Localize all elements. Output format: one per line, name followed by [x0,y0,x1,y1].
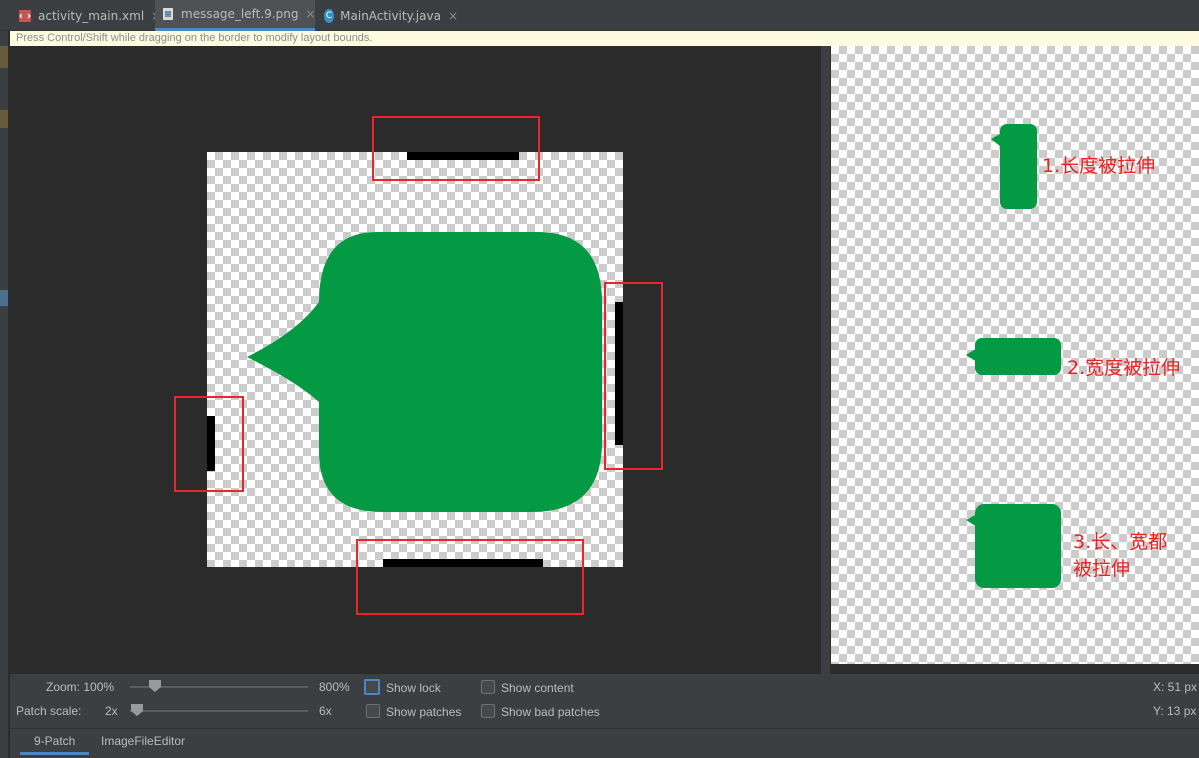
preview-label-horizontal: 2.宽度被拉伸 [1067,357,1181,379]
left-tool-strip [0,0,8,758]
patch-scale-max-label: 6x [319,704,332,718]
cursor-x-readout: X: 51 px [1153,680,1198,694]
preview-label-vertical: 1.长度被拉伸 [1042,155,1156,177]
nine-patch-image[interactable] [207,152,623,567]
tab-image-file-editor[interactable]: ImageFileEditor [87,729,199,755]
hint-bar: Press Control/Shift while dragging on th… [10,31,1199,46]
tab-label: message_left.9.png [181,7,299,21]
show-lock-checkbox[interactable] [364,679,380,695]
zoom-slider-thumb[interactable] [148,679,162,693]
show-content-label[interactable]: Show content [501,681,574,695]
annotation-box-right [604,282,663,470]
preview-panel: 1.长度被拉伸 2.宽度被拉伸 3.长、宽都 被拉伸 [831,46,1199,664]
show-content-checkbox[interactable] [481,680,495,694]
annotation-box-top [372,116,540,181]
preview-bubble-both [966,504,1061,588]
annotation-box-left [174,396,244,492]
editor-mode-tabs: 9-Patch ImageFileEditor [10,728,1199,758]
show-patches-label[interactable]: Show patches [386,705,461,719]
xml-file-icon [18,9,32,23]
image-file-icon [161,7,175,21]
annotation-box-bottom [356,539,584,615]
tab-label: MainActivity.java [340,8,441,23]
class-glyph: C [325,10,333,21]
tab-label: activity_main.xml [38,8,145,23]
tab-message-left-9-png[interactable]: message_left.9.png × [155,0,316,31]
close-icon[interactable]: × [305,7,315,21]
java-class-icon: C [324,8,335,23]
show-bad-patches-label[interactable]: Show bad patches [501,705,600,719]
tab-9-patch[interactable]: 9-Patch [20,729,90,755]
nine-patch-canvas[interactable] [10,46,821,674]
speech-bubble-shape [247,232,602,512]
editor-tab-bar: activity_main.xml × message_left.9.png ×… [0,0,1199,31]
patch-scale-label: Patch scale: [16,704,82,718]
patch-scale-slider-thumb[interactable] [130,703,144,717]
preview-bubble-vertical [991,124,1037,209]
nine-patch-controls: Zoom: 100% 800% Patch scale: 2x 6x Show … [10,674,1199,728]
patch-scale-min-label: 2x [105,704,118,718]
left-strip-marker [0,290,8,306]
panel-splitter[interactable] [821,46,830,674]
preview-bubble-horizontal [966,338,1061,375]
tab-main-activity[interactable]: C MainActivity.java × [318,0,458,31]
zoom-label: Zoom: 100% [46,680,115,694]
close-icon[interactable]: × [448,9,458,23]
ide-window: activity_main.xml × message_left.9.png ×… [0,0,1199,758]
preview-label-both-2: 被拉伸 [1073,558,1131,580]
patch-scale-slider-track[interactable] [130,710,308,712]
show-patches-checkbox[interactable] [366,704,380,718]
left-strip-marker [0,46,8,68]
show-lock-label[interactable]: Show lock [386,681,441,695]
left-strip-marker [0,110,8,128]
zoom-max-label: 800% [319,680,350,694]
tab-activity-main[interactable]: activity_main.xml × [12,0,161,31]
cursor-y-readout: Y: 13 px [1153,704,1197,718]
show-bad-patches-checkbox[interactable] [481,704,495,718]
preview-label-both-1: 3.长、宽都 [1073,531,1168,553]
